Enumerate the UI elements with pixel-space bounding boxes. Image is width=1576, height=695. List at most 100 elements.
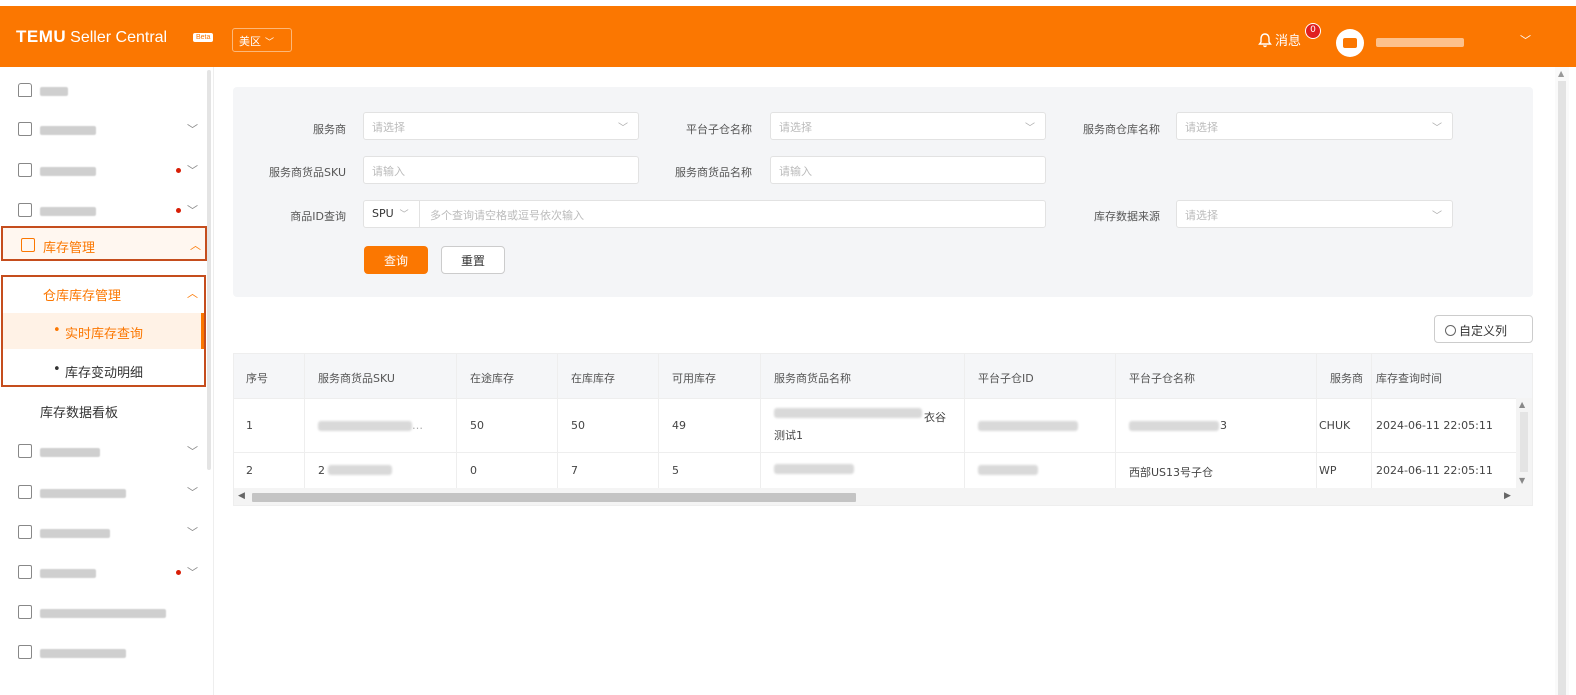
table-row[interactable]: 1 … 50 50 49 衣谷 测试1 3 CHUK 2024-06-11 22… — [234, 398, 1532, 452]
col-header[interactable]: 在途库存 — [470, 370, 514, 386]
sidebar-item-redacted-6[interactable]: ﹀ — [0, 513, 205, 551]
avatar[interactable] — [1336, 29, 1364, 57]
ad-icon — [18, 444, 32, 458]
active-indicator — [201, 313, 204, 349]
cell-in-transit: 50 — [470, 419, 484, 432]
provider-sku-input[interactable]: 请输入 — [363, 156, 639, 184]
cell-sub-wh-name-tail: 3 — [1220, 419, 1227, 432]
inventory-table: 序号 服务商货品SKU 在途库存 在库库存 可用库存 服务商货品名称 平台子仓I… — [233, 353, 1533, 506]
chevron-down-icon: ﹀ — [399, 210, 409, 220]
scroll-up-arrow-icon[interactable]: ▲ — [1519, 400, 1525, 409]
cell-sku-tail: … — [412, 419, 423, 432]
filter-label-data-source: 库存数据来源 — [1094, 210, 1160, 223]
sidebar-item-inventory-changes[interactable]: • 库存变动明细 — [3, 352, 204, 388]
chevron-down-icon: ﹀ — [1432, 211, 1442, 222]
cell-item-name-line2: 测试1 — [774, 429, 803, 442]
filter-label-provider: 服务商 — [313, 123, 346, 136]
page-scrollbar[interactable]: ▲ — [1555, 67, 1569, 695]
chevron-up-icon: ︿ — [187, 287, 198, 300]
chevron-down-icon: ﹀ — [1025, 123, 1035, 134]
sidebar-item-label: 库存变动明细 — [65, 366, 144, 381]
cell-no: 2 — [246, 464, 253, 477]
col-header: 序号 — [246, 372, 268, 385]
sub-wh-name-redacted — [1129, 421, 1219, 431]
cell-provider: WP — [1319, 464, 1337, 477]
cell-available: 49 — [672, 419, 686, 432]
table-header: 序号 服务商货品SKU 在途库存 在库库存 可用库存 服务商货品名称 平台子仓I… — [234, 354, 1532, 398]
sku-redacted — [318, 421, 412, 431]
cell-sku-head: 2 — [318, 464, 325, 477]
provider-item-name-input[interactable]: 请输入 — [770, 156, 1046, 184]
sidebar-item-redacted-3[interactable]: ﹀ — [0, 191, 205, 229]
message-count-badge: 0 — [1305, 23, 1321, 39]
scroll-left-arrow-icon[interactable]: ◀ — [238, 491, 245, 501]
sidebar-label-redacted — [40, 569, 96, 578]
cell-item-name-tail: 衣谷 — [924, 411, 946, 424]
platform-sub-wh-select[interactable]: 请选择 ﹀ — [770, 112, 1046, 140]
provider-select[interactable]: 请选择 ﹀ — [363, 112, 639, 140]
cell-in-stock: 7 — [571, 464, 578, 477]
cell-no: 1 — [246, 419, 253, 432]
chevron-down-icon: ﹀ — [618, 123, 628, 134]
temu-logo[interactable]: TEMU Seller Central — [16, 27, 167, 47]
provider-wh-select[interactable]: 请选择 ﹀ — [1176, 112, 1453, 140]
table-horizontal-scrollbar[interactable]: ◀ ▶ — [234, 488, 1532, 505]
scroll-thumb[interactable] — [1520, 412, 1528, 472]
scroll-thumb[interactable] — [252, 493, 856, 502]
notification-dot — [176, 570, 181, 575]
filter-label-product-id: 商品ID查询 — [290, 210, 346, 223]
sidebar-item-warehouse-inventory[interactable]: 仓库库存管理 ︿ — [3, 275, 204, 311]
sidebar-label-redacted — [40, 87, 68, 96]
col-header[interactable]: 可用库存 — [672, 370, 716, 386]
col-header[interactable]: 在库库存 — [571, 370, 615, 386]
chevron-down-icon[interactable]: ﹀ — [1520, 32, 1531, 48]
sidebar-item-inventory[interactable]: 库存管理 ︿ — [1, 226, 207, 261]
sidebar-label-redacted — [40, 167, 96, 176]
scroll-down-arrow-icon[interactable]: ▼ — [1519, 476, 1525, 485]
sidebar-item-redacted-9[interactable] — [0, 633, 205, 671]
scroll-up-arrow-icon[interactable]: ▲ — [1558, 69, 1564, 78]
data-source-select[interactable]: 请选择 ﹀ — [1176, 200, 1453, 228]
sidebar-item-realtime-inventory[interactable]: • 实时库存查询 — [3, 313, 204, 349]
chevron-down-icon: ﹀ — [187, 164, 198, 177]
sidebar-item-redacted-1[interactable]: ﹀ — [0, 110, 205, 148]
sidebar-scrollbar[interactable] — [207, 70, 211, 470]
region-select[interactable]: 美区 ﹀ — [232, 28, 292, 52]
cell-available: 5 — [672, 464, 679, 477]
col-header[interactable]: 库存查询时间 — [1376, 370, 1442, 386]
sidebar-label-redacted — [40, 489, 126, 498]
messages-button[interactable]: 消息 — [1257, 30, 1301, 49]
sidebar-item-redacted-4[interactable]: ﹀ — [0, 432, 205, 470]
chevron-down-icon: ﹀ — [187, 445, 198, 458]
sidebar-item-redacted-8[interactable] — [0, 593, 205, 631]
filter-label-platform-sub-wh: 平台子仓名称 — [686, 123, 752, 136]
sidebar-item-label: 实时库存查询 — [65, 327, 144, 342]
product-id-input[interactable]: SPU ﹀ 多个查询请空格或逗号依次输入 — [363, 200, 1046, 228]
sidebar-item-home[interactable] — [0, 71, 205, 109]
sidebar-item-inventory-dashboard[interactable]: 库存数据看板 — [0, 391, 205, 429]
col-header[interactable]: 服务商 — [1330, 370, 1372, 386]
table-row[interactable]: 2 2 0 7 5 西部US13号子仓 WP 2024-06-11 22:05:… — [234, 452, 1532, 488]
chevron-down-icon: ﹀ — [265, 38, 275, 48]
col-header[interactable]: 平台子仓ID — [978, 370, 1034, 386]
sidebar-label-redacted — [40, 609, 166, 618]
query-button[interactable]: 查询 — [364, 246, 428, 274]
col-header[interactable]: 服务商货品名称 — [774, 370, 851, 386]
sidebar-item-redacted-5[interactable]: ﹀ — [0, 473, 205, 511]
bell-icon — [1258, 33, 1272, 48]
cell-provider: CHUK — [1319, 419, 1351, 432]
filter-label-provider-sku: 服务商货品SKU — [269, 166, 346, 179]
reset-button[interactable]: 重置 — [441, 246, 505, 274]
sidebar-item-label: 库存管理 — [43, 241, 96, 256]
id-type-select[interactable]: SPU ﹀ — [364, 201, 420, 227]
table-vertical-scrollbar[interactable]: ▲ ▼ — [1516, 398, 1532, 488]
username-redacted[interactable] — [1376, 38, 1464, 47]
scroll-right-arrow-icon[interactable]: ▶ — [1504, 491, 1511, 501]
custom-columns-button[interactable]: 自定义列 — [1434, 315, 1533, 343]
sidebar-item-redacted-2[interactable]: ﹀ — [0, 151, 205, 189]
col-header[interactable]: 平台子仓名称 — [1129, 370, 1195, 386]
cell-in-stock: 50 — [571, 419, 585, 432]
scroll-thumb[interactable] — [1558, 81, 1566, 695]
sidebar-item-redacted-7[interactable]: ﹀ — [0, 553, 205, 591]
col-header[interactable]: 服务商货品SKU — [318, 370, 395, 386]
